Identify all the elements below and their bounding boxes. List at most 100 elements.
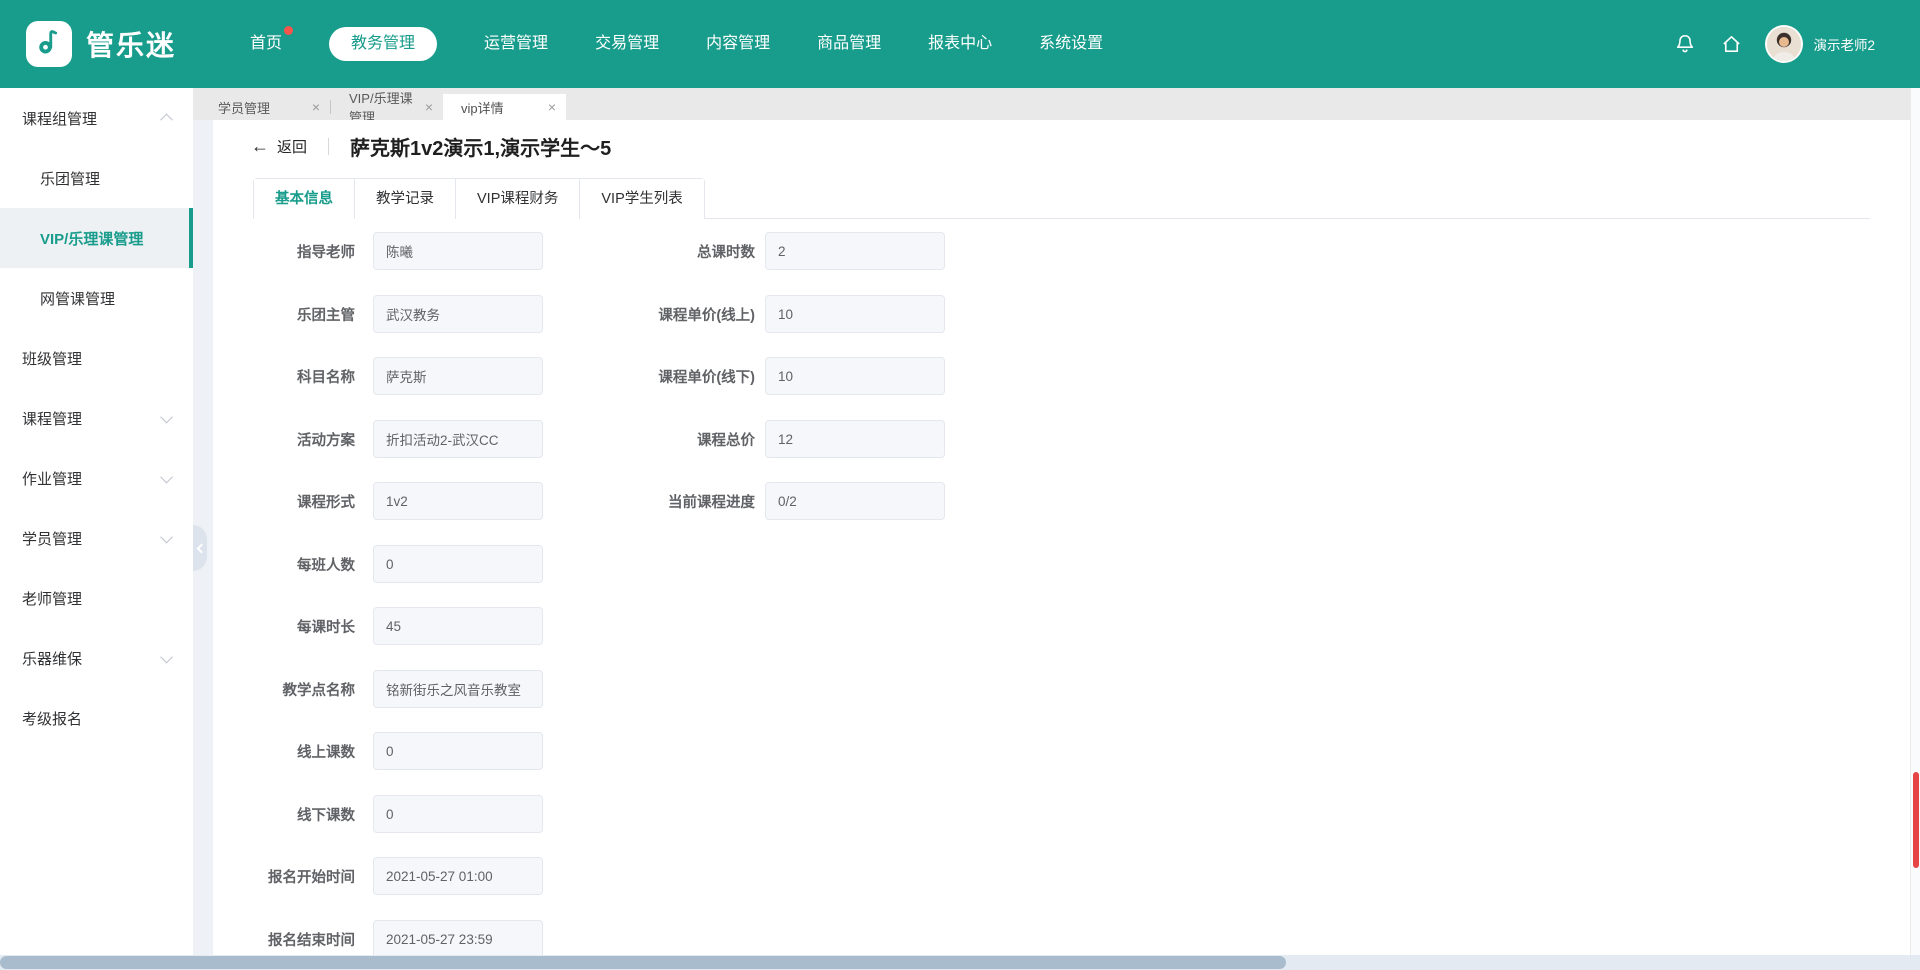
page-tab-vip-theory-mgmt[interactable]: VIP/乐理课管理 × xyxy=(331,94,443,120)
sidebar-item-student-mgmt[interactable]: 学员管理 xyxy=(0,508,193,568)
page-header: ← 返回 萨克斯1v2演示1,演示学生～5 xyxy=(251,132,611,160)
brand-name: 管乐迷 xyxy=(86,24,176,64)
back-button[interactable]: ← 返回 xyxy=(251,136,307,157)
form-row: 线下课数 0 xyxy=(225,795,543,833)
field-label-unit-price-offline: 课程单价(线下) xyxy=(593,366,765,387)
sidebar-item-course-group-mgmt[interactable]: 课程组管理 xyxy=(0,88,193,148)
nav-item-transactions[interactable]: 交易管理 xyxy=(595,27,659,61)
nav-item-operations[interactable]: 运营管理 xyxy=(484,27,548,61)
page-tab-label: vip详情 xyxy=(461,98,504,117)
close-icon[interactable]: × xyxy=(548,100,556,114)
home-icon[interactable] xyxy=(1719,32,1743,56)
vertical-scrollbar[interactable] xyxy=(1910,88,1920,955)
tab-basic-info[interactable]: 基本信息 xyxy=(254,179,354,219)
sidebar-collapse-handle[interactable] xyxy=(193,525,207,571)
page-title: 萨克斯1v2演示1,演示学生～5 xyxy=(350,132,611,161)
sidebar-item-instrument-maintenance[interactable]: 乐器维保 xyxy=(0,628,193,688)
field-label-registration-start: 报名开始时间 xyxy=(225,866,373,887)
app-logo xyxy=(26,21,72,67)
field-value-total-lessons: 2 xyxy=(765,232,945,270)
field-label-total-lessons: 总课时数 xyxy=(593,241,765,262)
sidebar-item-class-mgmt[interactable]: 班级管理 xyxy=(0,328,193,388)
form-row: 报名结束时间 2021-05-27 23:59 xyxy=(225,920,543,955)
tab-vip-course-finance[interactable]: VIP课程财务 xyxy=(455,179,579,219)
nav-item-products[interactable]: 商品管理 xyxy=(817,27,881,61)
field-value-course-total-price: 12 xyxy=(765,420,945,458)
tab-vip-student-list[interactable]: VIP学生列表 xyxy=(579,179,703,219)
field-value-orchestra-supervisor: 武汉教务 xyxy=(373,295,543,333)
sidebar-item-label: 作业管理 xyxy=(22,468,82,489)
close-icon[interactable]: × xyxy=(425,100,433,114)
sidebar-item-vip-theory-mgmt[interactable]: VIP/乐理课管理 xyxy=(0,208,193,268)
open-pages-tabbar: 学员管理 × VIP/乐理课管理 × vip详情 × xyxy=(193,88,1920,120)
field-label-current-progress: 当前课程进度 xyxy=(593,491,765,512)
horn-note-logo-icon xyxy=(34,27,64,62)
sidebar-item-label: 乐器维保 xyxy=(22,648,82,669)
vertical-scrollbar-thumb[interactable] xyxy=(1913,772,1919,868)
notification-dot-badge xyxy=(284,26,293,35)
horizontal-scrollbar-thumb[interactable] xyxy=(0,956,1286,969)
sidebar-item-teacher-mgmt[interactable]: 老师管理 xyxy=(0,568,193,628)
sidebar-item-course-mgmt[interactable]: 课程管理 xyxy=(0,388,193,448)
detail-tabs: 基本信息 教学记录 VIP课程财务 VIP学生列表 xyxy=(253,178,1870,219)
sidebar-item-exam-registration[interactable]: 考级报名 xyxy=(0,688,193,748)
field-value-unit-price-offline: 10 xyxy=(765,357,945,395)
field-value-subject-name: 萨克斯 xyxy=(373,357,543,395)
sidebar: 课程组管理 乐团管理 VIP/乐理课管理 网管课管理 班级管理 课程管理 作业管… xyxy=(0,88,193,955)
sidebar-item-label: 课程管理 xyxy=(22,408,82,429)
chevron-up-icon xyxy=(160,113,173,126)
form-row: 课程单价(线上) 10 xyxy=(593,295,945,333)
chevron-down-icon xyxy=(160,410,173,423)
field-value-class-size: 0 xyxy=(373,545,543,583)
field-label-online-lessons: 线上课数 xyxy=(225,741,373,762)
main-area: 学员管理 × VIP/乐理课管理 × vip详情 × ← 返回 萨克斯1v2演示… xyxy=(193,88,1920,970)
chevron-down-icon xyxy=(160,530,173,543)
user-name[interactable]: 演示老师2 xyxy=(1813,34,1875,54)
field-label-class-size: 每班人数 xyxy=(225,554,373,575)
nav-item-academic[interactable]: 教务管理 xyxy=(329,27,437,61)
sidebar-item-orchestra-mgmt[interactable]: 乐团管理 xyxy=(0,148,193,208)
field-label-offline-lessons: 线下课数 xyxy=(225,804,373,825)
nav-item-content[interactable]: 内容管理 xyxy=(706,27,770,61)
field-label-course-total-price: 课程总价 xyxy=(593,429,765,450)
main-nav: 首页 教务管理 运营管理 交易管理 内容管理 商品管理 报表中心 系统设置 xyxy=(250,27,1103,61)
field-label-lesson-duration: 每课时长 xyxy=(225,616,373,637)
field-label-unit-price-online: 课程单价(线上) xyxy=(593,304,765,325)
field-value-registration-end: 2021-05-27 23:59 xyxy=(373,920,543,955)
tab-teaching-records[interactable]: 教学记录 xyxy=(354,179,455,219)
page-tab-student-mgmt[interactable]: 学员管理 × xyxy=(200,94,330,120)
field-value-lesson-duration: 45 xyxy=(373,607,543,645)
nav-item-home[interactable]: 首页 xyxy=(250,27,282,61)
nav-item-reports[interactable]: 报表中心 xyxy=(928,27,992,61)
form-row: 科目名称 萨克斯 xyxy=(225,357,543,395)
arrow-left-icon: ← xyxy=(251,137,269,155)
form-row: 每课时长 45 xyxy=(225,607,543,645)
top-navbar: 管乐迷 首页 教务管理 运营管理 交易管理 内容管理 商品管理 报表中心 系统设… xyxy=(0,0,1920,88)
close-icon[interactable]: × xyxy=(312,100,320,114)
field-value-registration-start: 2021-05-27 01:00 xyxy=(373,857,543,895)
field-value-online-lessons: 0 xyxy=(373,732,543,770)
field-label-subject-name: 科目名称 xyxy=(225,366,373,387)
field-label-instructor: 指导老师 xyxy=(225,241,373,262)
user-avatar[interactable] xyxy=(1765,25,1803,63)
form-row: 报名开始时间 2021-05-27 01:00 xyxy=(225,857,543,895)
sidebar-item-label: 课程组管理 xyxy=(22,108,97,129)
field-value-offline-lessons: 0 xyxy=(373,795,543,833)
field-label-course-format: 课程形式 xyxy=(225,491,373,512)
field-label-registration-end: 报名结束时间 xyxy=(225,929,373,950)
sidebar-item-homework-mgmt[interactable]: 作业管理 xyxy=(0,448,193,508)
form-row: 课程单价(线下) 10 xyxy=(593,357,945,395)
form-row: 课程形式 1v2 xyxy=(225,482,543,520)
sidebar-item-online-course-mgmt[interactable]: 网管课管理 xyxy=(0,268,193,328)
page-tab-label: 学员管理 xyxy=(218,98,270,117)
chevron-left-icon xyxy=(196,543,206,553)
form-row: 线上课数 0 xyxy=(225,732,543,770)
form-row: 指导老师 陈曦 xyxy=(225,232,543,270)
horizontal-scrollbar[interactable] xyxy=(0,955,1920,970)
page-tab-vip-detail[interactable]: vip详情 × xyxy=(443,94,566,120)
form-row: 当前课程进度 0/2 xyxy=(593,482,945,520)
nav-item-settings[interactable]: 系统设置 xyxy=(1039,27,1103,61)
form-row: 活动方案 折扣活动2-武汉CC xyxy=(225,420,543,458)
nav-item-label: 首页 xyxy=(250,35,282,52)
bell-icon[interactable] xyxy=(1673,32,1697,56)
